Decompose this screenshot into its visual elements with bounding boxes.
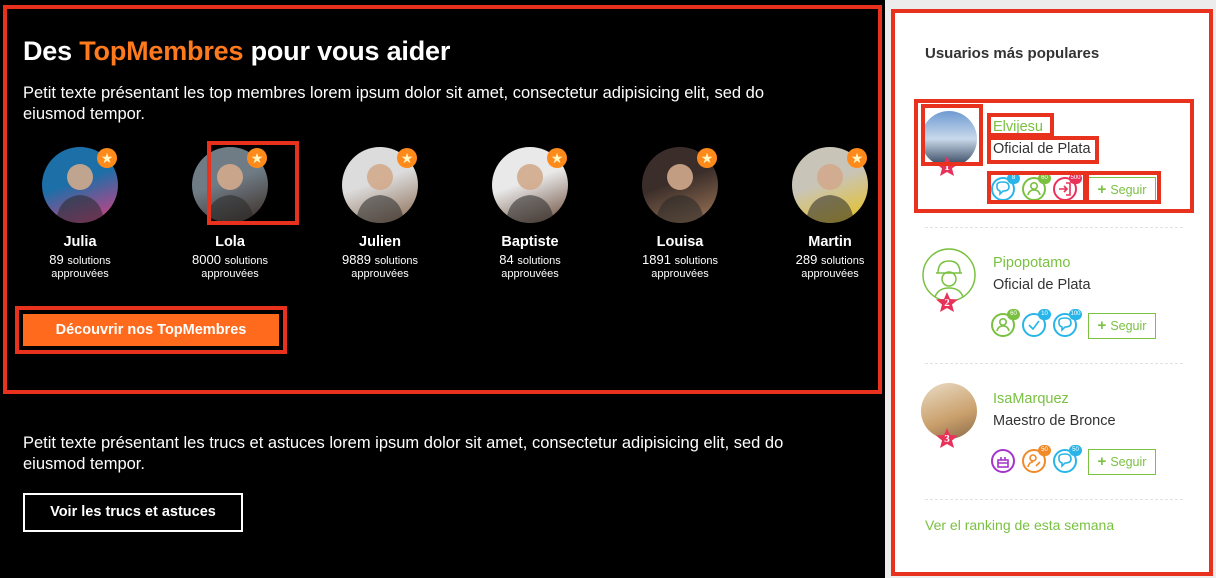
discover-top-members-button[interactable]: Découvrir nos TopMembres	[23, 314, 279, 346]
badges-highlight-frame	[987, 171, 1087, 204]
star-icon: ★	[697, 148, 717, 168]
member-approved-label: approuvées	[351, 268, 409, 280]
member-name: Julien	[359, 234, 401, 250]
separator	[925, 363, 1183, 364]
members-list: ★ Julia 89 solutions approuvées ★ Lola 8000 so…	[0, 141, 885, 295]
member-solution-count: 1891 solutions	[642, 252, 718, 267]
follow-highlight-frame	[1085, 171, 1161, 204]
user-role: Oficial de Plata	[993, 277, 1091, 293]
name-highlight-frame	[987, 113, 1054, 137]
user-name-link[interactable]: IsaMarquez	[993, 391, 1069, 407]
tips-intro: Petit texte présentant les trucs et astu…	[23, 434, 784, 473]
user-name-link[interactable]: Pipopotamo	[993, 255, 1070, 271]
badge-count: 10	[1038, 309, 1051, 320]
follow-button[interactable]: + Seguir	[1088, 313, 1156, 339]
badge-count: 100	[1069, 309, 1082, 320]
follow-label: Seguir	[1110, 455, 1147, 469]
badge-count: 60	[1007, 309, 1020, 320]
role-highlight-frame	[987, 136, 1099, 164]
member-approved-label: approuvées	[51, 268, 109, 280]
member-highlight-frame	[207, 141, 299, 225]
cta-highlight-frame: Découvrir nos TopMembres	[15, 306, 287, 354]
member-card[interactable]: ★ Julien 9889 solutions approuvées	[315, 145, 445, 281]
badge-count: 50	[1038, 445, 1051, 456]
tips-button[interactable]: Voir les trucs et astuces	[23, 493, 243, 532]
member-card[interactable]: ★ Baptiste 84 solutions approuvées	[465, 145, 595, 281]
plus-icon: +	[1097, 453, 1107, 470]
member-approved-label: approuvées	[801, 268, 859, 280]
rank-badge: 2	[935, 291, 959, 313]
hero-intro: Petit texte présentant les top membres l…	[23, 84, 765, 123]
member-name: Lola	[215, 234, 245, 250]
member-solution-count: 289 solutions	[795, 252, 865, 267]
cake-icon[interactable]	[991, 449, 1015, 473]
hero-title-highlight: TopMembres	[79, 36, 244, 66]
member-approved-label: approuvées	[651, 268, 709, 280]
member-card[interactable]: ★ Julia 89 solutions approuvées	[15, 145, 145, 281]
member-solution-count: 9889 solutions	[342, 252, 418, 267]
plus-icon: +	[1097, 317, 1107, 334]
follow-button[interactable]: + Seguir	[1088, 449, 1156, 475]
ranking-link[interactable]: Ver el ranking de esta semana	[925, 517, 1114, 533]
member-approved-label: approuvées	[201, 268, 259, 280]
user-icon[interactable]: 60	[991, 309, 1020, 337]
member-card[interactable]: ★ Louisa 1891 solutions approuvées	[615, 145, 745, 281]
star-icon: ★	[97, 148, 117, 168]
hero-title-suffix: pour vous aider	[250, 36, 451, 66]
member-name: Julia	[63, 234, 97, 250]
member-name: Louisa	[656, 234, 704, 250]
rank-badge: 3	[935, 427, 959, 449]
popular-users-panel: Usuarios más populares 1 Elvijesu Oficial …	[891, 9, 1213, 576]
star-icon: ★	[397, 148, 417, 168]
separator	[925, 499, 1183, 500]
member-card[interactable]: ★ Martin 289 solutions approuvées	[765, 145, 895, 281]
member-card[interactable]: ★ Lola 8000 solutions approuvées	[165, 141, 299, 281]
member-name: Baptiste	[501, 234, 559, 250]
chat-icon[interactable]: 50	[1053, 445, 1082, 473]
member-solution-count: 8000 solutions	[192, 252, 268, 267]
member-name: Martin	[808, 234, 852, 250]
star-icon: ★	[547, 148, 567, 168]
panel-title: Usuarios más populares	[925, 45, 1100, 62]
badge-count: 50	[1069, 445, 1082, 456]
top-members-section: Des TopMembres pour vous aider Petit tex…	[0, 0, 885, 578]
chat-icon[interactable]: 100	[1053, 309, 1082, 337]
star-icon: ★	[847, 148, 867, 168]
check-icon[interactable]: 10	[1022, 309, 1051, 337]
separator	[925, 227, 1183, 228]
member-solution-count: 89 solutions	[49, 252, 111, 267]
member-solution-count: 84 solutions	[499, 252, 561, 267]
member-approved-label: approuvées	[501, 268, 559, 280]
user-edit-icon[interactable]: 50	[1022, 445, 1051, 473]
hero-title: Des TopMembres pour vous aider	[23, 36, 450, 67]
follow-label: Seguir	[1110, 319, 1147, 333]
user-role: Maestro de Bronce	[993, 413, 1116, 429]
avatar-highlight-frame	[921, 104, 983, 166]
hero-title-prefix: Des	[23, 36, 72, 66]
